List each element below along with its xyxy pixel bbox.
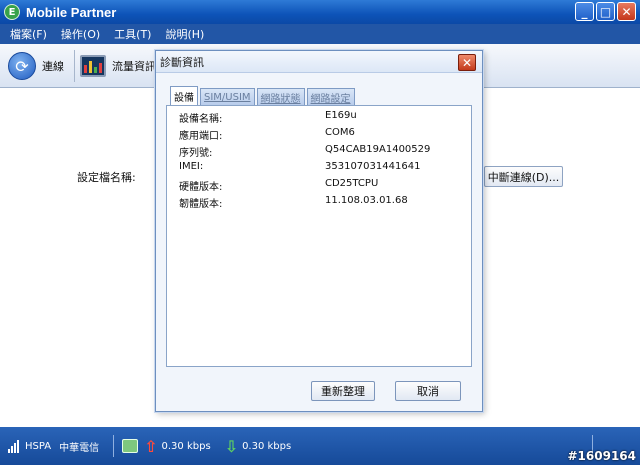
operator-name: 中華電信 bbox=[59, 442, 100, 454]
info-row: 韌體版本: 11.108.03.01.68 bbox=[179, 195, 408, 211]
dialog-title-bar: 診斷資訊 bbox=[156, 51, 482, 73]
dialog-close-icon[interactable]: ✕ bbox=[458, 54, 476, 71]
dialog-tabs: 設備 SIM/USIM 網路狀態 網路設定 bbox=[170, 86, 355, 105]
profile-name-label: 設定檔名稱: bbox=[77, 171, 136, 184]
refresh-button[interactable]: 重新整理 bbox=[311, 381, 375, 401]
info-row: 設備名稱: E169u bbox=[179, 110, 357, 126]
menu-file[interactable]: 檔案(F) bbox=[10, 26, 47, 42]
maximize-button[interactable]: □ bbox=[596, 2, 615, 21]
tab-device[interactable]: 設備 bbox=[170, 86, 198, 105]
cancel-button[interactable]: 取消 bbox=[395, 381, 461, 401]
connect-button[interactable]: ⟳ 連線 bbox=[8, 50, 64, 82]
info-value: 11.108.03.01.68 bbox=[325, 195, 408, 206]
download-arrow-icon: ⇩ bbox=[224, 436, 239, 456]
upload-speed: 0.30 kbps bbox=[161, 440, 211, 452]
menu-tools[interactable]: 工具(T) bbox=[114, 26, 151, 42]
tab-panel-device: 設備名稱: E169u 應用端口: COM6 序列號: Q54CAB19A140… bbox=[166, 105, 472, 367]
disconnect-button[interactable]: 中斷連線(D)... bbox=[484, 166, 563, 187]
network-type: HSPA bbox=[25, 440, 52, 452]
window-title: Mobile Partner bbox=[26, 4, 117, 20]
minimize-button[interactable]: _ bbox=[575, 2, 594, 21]
status-bar: HSPA 中華電信 ⇧ 0.30 kbps ⇩ 0.30 kbps #16091… bbox=[0, 427, 640, 465]
info-value: Q54CAB19A1400529 bbox=[325, 144, 431, 155]
tab-network-status[interactable]: 網路狀態 bbox=[256, 88, 305, 105]
info-row: 應用端口: COM6 bbox=[179, 127, 355, 143]
app-icon: E bbox=[4, 4, 20, 20]
menu-help[interactable]: 說明(H) bbox=[165, 26, 204, 42]
close-button[interactable]: ✕ bbox=[617, 2, 636, 21]
window-title-bar: E Mobile Partner _ □ ✕ bbox=[0, 0, 640, 24]
connect-label: 連線 bbox=[42, 60, 64, 73]
info-key: 韌體版本: bbox=[179, 199, 223, 210]
info-row: 序列號: Q54CAB19A1400529 bbox=[179, 144, 430, 160]
info-key: 應用端口: bbox=[179, 131, 223, 142]
menu-bar: 檔案(F) 操作(O) 工具(T) 說明(H) bbox=[0, 24, 640, 44]
status-separator bbox=[113, 435, 115, 457]
info-value: CD25TCPU bbox=[325, 178, 379, 189]
traffic-label: 流量資訊 bbox=[112, 60, 156, 73]
connect-icon: ⟳ bbox=[8, 52, 36, 80]
watermark: #1609164 bbox=[567, 449, 636, 463]
traffic-monitor-icon bbox=[80, 55, 106, 77]
info-value: COM6 bbox=[325, 127, 355, 138]
network-icon bbox=[122, 439, 139, 453]
window-controls: _ □ ✕ bbox=[575, 2, 636, 21]
signal-icon bbox=[8, 439, 19, 453]
dialog-title: 診斷資訊 bbox=[160, 55, 204, 69]
info-key: IMEI: bbox=[179, 161, 204, 172]
diagnostic-dialog: 診斷資訊 ✕ 設備 SIM/USIM 網路狀態 網路設定 設備名稱: E169u… bbox=[155, 50, 483, 412]
toolbar-separator bbox=[74, 50, 75, 82]
traffic-info-button[interactable]: 流量資訊 bbox=[80, 50, 156, 82]
info-row: 硬體版本: CD25TCPU bbox=[179, 178, 378, 194]
upload-arrow-icon: ⇧ bbox=[144, 436, 158, 456]
info-key: 設備名稱: bbox=[179, 114, 223, 125]
download-speed: 0.30 kbps bbox=[242, 440, 292, 452]
tab-sim-usim[interactable]: SIM/USIM bbox=[200, 88, 255, 105]
tab-network-settings[interactable]: 網路設定 bbox=[306, 88, 355, 105]
menu-operation[interactable]: 操作(O) bbox=[61, 26, 100, 42]
info-value: 353107031441641 bbox=[325, 161, 421, 172]
info-row: IMEI: 353107031441641 bbox=[179, 161, 420, 177]
info-key: 序列號: bbox=[179, 148, 213, 159]
info-value: E169u bbox=[325, 110, 357, 121]
info-key: 硬體版本: bbox=[179, 182, 223, 193]
